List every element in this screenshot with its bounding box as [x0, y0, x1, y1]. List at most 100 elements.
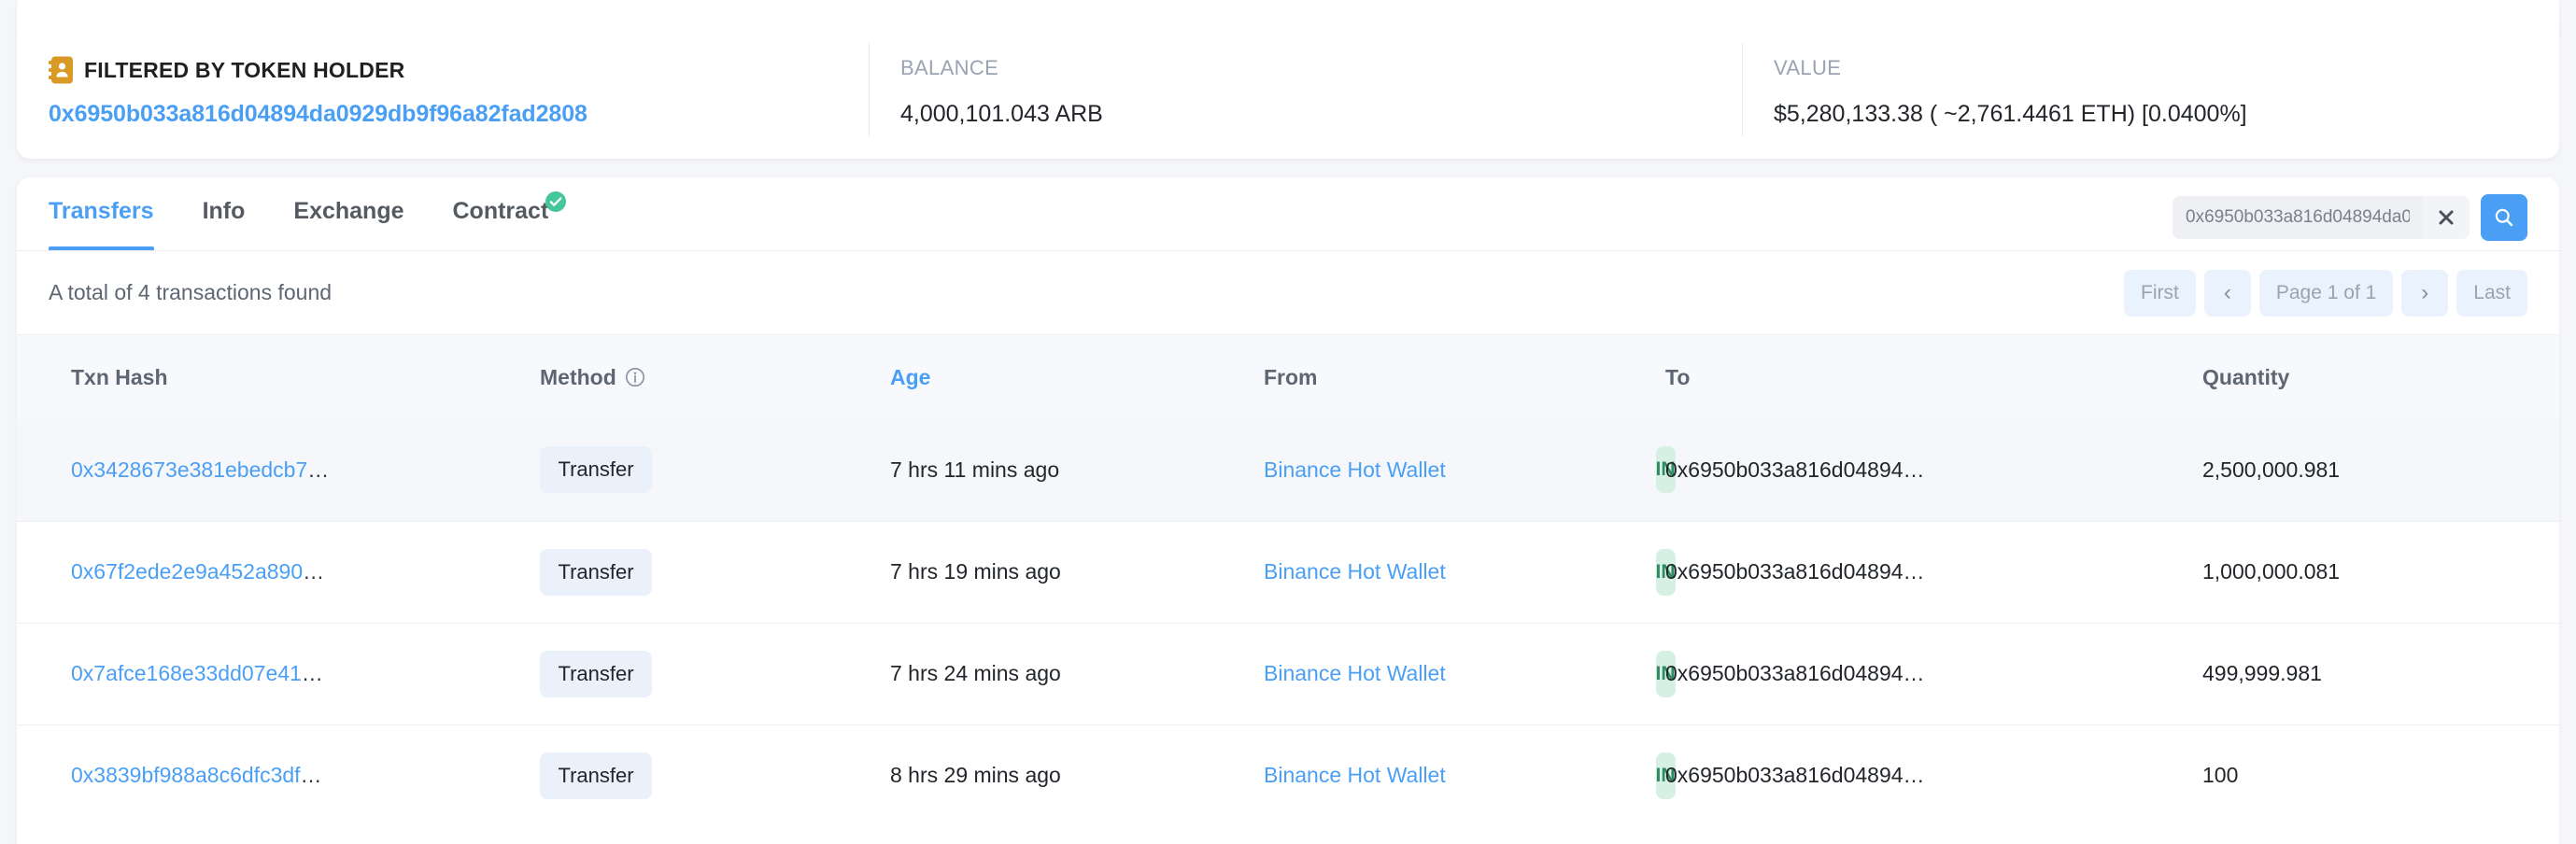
column-header-method: Method [540, 335, 890, 419]
cell-age: 7 hrs 11 mins ago [890, 419, 1264, 522]
tab-exchange-label: Exchange [293, 198, 404, 224]
cell-to: 0x6950b033a816d04894… [1665, 521, 2202, 624]
cell-quantity: 2,500,000.981 [2202, 419, 2559, 522]
verified-check-icon [545, 191, 567, 212]
transfers-table: Txn Hash Method Age From To Quantity 0x3… [17, 335, 2559, 826]
cell-from: Binance Hot Wallet [1264, 623, 1665, 725]
cell-txn-hash: 0x67f2ede2e9a452a890… [17, 521, 540, 624]
from-address-link[interactable]: Binance Hot Wallet [1264, 457, 1446, 482]
tab-bar: Transfers Info Exchange Contract [17, 177, 2559, 251]
txn-hash-link[interactable]: 0x67f2ede2e9a452a890 [71, 559, 303, 584]
cell-to: 0x6950b033a816d04894… [1665, 763, 1925, 788]
cell-txn-hash: 0x3428673e381ebedcb7… [17, 419, 540, 522]
tab-info[interactable]: Info [178, 177, 270, 250]
close-icon [2439, 210, 2454, 225]
cell-age: 7 hrs 24 mins ago [890, 623, 1264, 725]
pagination: First ‹ Page 1 of 1 › Last [2124, 270, 2527, 316]
txn-hash-ellipsis: … [300, 763, 322, 788]
table-body: 0x3428673e381ebedcb7… Transfer 7 hrs 11 mi… [17, 419, 2559, 826]
txn-hash-ellipsis: … [303, 559, 325, 584]
txn-hash-link[interactable]: 0x7afce168e33dd07e41 [71, 661, 302, 685]
filtered-by-label: FILTERED BY TOKEN HOLDER [84, 57, 405, 82]
column-header-txn-hash: Txn Hash [17, 335, 540, 419]
cell-age: 7 hrs 19 mins ago [890, 521, 1264, 624]
tab-info-label: Info [202, 198, 246, 224]
tab-transfers[interactable]: Transfers [49, 177, 178, 250]
info-circle-icon[interactable] [625, 367, 645, 387]
token-holder-summary-card: FILTERED BY TOKEN HOLDER 0x6950b033a816d… [17, 21, 2559, 159]
balance-cell: BALANCE 4,000,101.043 ARB [869, 21, 1742, 159]
from-address-link[interactable]: Binance Hot Wallet [1264, 763, 1446, 787]
cell-quantity: 499,999.981 [2202, 623, 2559, 725]
tab-transfers-label: Transfers [49, 198, 154, 224]
txn-hash-ellipsis: … [307, 457, 330, 482]
search-icon [2495, 208, 2513, 227]
search-clear-button[interactable] [2423, 196, 2470, 239]
search-submit-button[interactable] [2481, 194, 2527, 241]
filtered-header: FILTERED BY TOKEN HOLDER [49, 56, 869, 84]
cell-to: 0x6950b033a816d04894… [1665, 623, 2202, 725]
txn-hash-link[interactable]: 0x3839bf988a8c6dfc3df [71, 763, 301, 787]
cell-method: Transfer [540, 521, 890, 624]
cell-quantity: 100 [2202, 763, 2239, 788]
txn-hash-ellipsis: … [301, 661, 323, 685]
method-badge[interactable]: Transfer [540, 650, 652, 697]
address-book-icon [49, 56, 73, 84]
cell-age: 8 hrs 29 mins ago [890, 763, 1061, 788]
tab-list: Transfers Info Exchange Contract [49, 177, 573, 250]
cell-txn-hash: 0x7afce168e33dd07e41… [17, 623, 540, 725]
table-row[interactable]: 0x67f2ede2e9a452a890… Transfer 7 hrs 19 mi… [17, 521, 2559, 624]
method-badge[interactable]: Transfer [540, 752, 652, 799]
column-label-from: From [1264, 364, 1318, 389]
column-header-age[interactable]: Age [890, 335, 1264, 419]
cell-quantity: 1,000,000.081 [2202, 521, 2559, 624]
column-label-method: Method [540, 364, 616, 389]
transfers-panel: Transfers Info Exchange Contract 0x6950b… [17, 177, 2559, 844]
column-label-txn-hash: Txn Hash [71, 364, 168, 389]
column-header-from: From [1264, 335, 1665, 419]
table-row[interactable]: 0x7afce168e33dd07e41… Transfer 7 hrs 24 mi… [17, 623, 2559, 725]
from-address-link[interactable]: Binance Hot Wallet [1264, 559, 1446, 584]
tab-contract-label: Contract [452, 198, 549, 224]
table-header-row: Txn Hash Method Age From To Quantity [17, 335, 2559, 419]
value-cell: VALUE $5,280,133.38 ( ~2,761.4461 ETH) [… [1742, 21, 2559, 159]
pagination-page-info: Page 1 of 1 [2258, 270, 2394, 316]
pagination-next-button[interactable]: › [2401, 270, 2449, 316]
pagination-prev-button[interactable]: ‹ [2203, 270, 2251, 316]
tab-exchange[interactable]: Exchange [269, 177, 428, 250]
tab-contract[interactable]: Contract [429, 177, 573, 250]
balance-value: 4,000,101.043 ARB [900, 101, 1103, 127]
balance-label: BALANCE [900, 56, 999, 79]
cell-from: Binance Hot Wallet [1264, 724, 1665, 826]
value-label: VALUE [1774, 56, 1842, 79]
cell-method: Transfer [540, 623, 890, 725]
cell-from: Binance Hot Wallet [1264, 521, 1665, 624]
txn-hash-link[interactable]: 0x3428673e381ebedcb7 [71, 457, 307, 482]
search-input[interactable] [2173, 196, 2423, 239]
column-label-age: Age [890, 364, 931, 389]
column-header-quantity: Quantity [2202, 335, 2559, 419]
cell-method: Transfer [540, 419, 890, 522]
transaction-count-text: A total of 4 transactions found [49, 280, 333, 304]
cell-method: Transfer [540, 724, 890, 826]
pagination-last-button[interactable]: Last [2456, 270, 2527, 316]
table-row[interactable]: 0x3428673e381ebedcb7… Transfer 7 hrs 11 mi… [17, 419, 2559, 522]
filtered-by-token-holder-cell: FILTERED BY TOKEN HOLDER 0x6950b033a816d… [17, 21, 869, 159]
column-label-to: To [1665, 364, 1691, 389]
column-label-quantity: Quantity [2202, 364, 2290, 389]
table-row[interactable]: 0x3839bf988a8c6dfc3df… Transfer 8 hrs 29 m… [17, 724, 2559, 826]
table-header: Txn Hash Method Age From To Quantity [17, 335, 2559, 419]
table-toolbar: A total of 4 transactions found First ‹ … [17, 251, 2559, 335]
cell-from: Binance Hot Wallet [1264, 419, 1665, 522]
search-group [2173, 194, 2527, 241]
token-holder-address-link[interactable]: 0x6950b033a816d04894da0929db9f96a82fad28… [49, 101, 869, 128]
cell-txn-hash: 0x3839bf988a8c6dfc3df… [17, 724, 540, 826]
value-amount: $5,280,133.38 ( ~2,761.4461 ETH) [0.0400… [1774, 101, 2247, 127]
method-badge[interactable]: Transfer [540, 446, 652, 494]
column-header-to: To [1665, 335, 2202, 419]
pagination-first-button[interactable]: First [2124, 270, 2196, 316]
method-badge[interactable]: Transfer [540, 548, 652, 596]
cell-to: 0x6950b033a816d04894… [1665, 419, 2202, 522]
page-root: FILTERED BY TOKEN HOLDER 0x6950b033a816d… [0, 0, 2576, 844]
from-address-link[interactable]: Binance Hot Wallet [1264, 661, 1446, 685]
